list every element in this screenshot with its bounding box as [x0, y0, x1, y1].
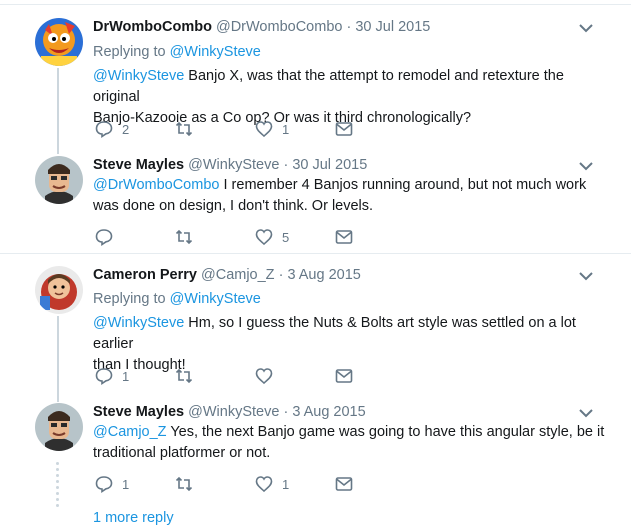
message-icon — [335, 230, 353, 244]
chevron-down-icon[interactable] — [578, 268, 594, 284]
top-divider — [0, 4, 631, 5]
like-button[interactable]: 1 — [255, 118, 289, 140]
retweet-icon — [175, 476, 193, 492]
replying-mention-link[interactable]: @WinkySteve — [170, 44, 261, 60]
message-icon — [335, 122, 353, 136]
like-count: 5 — [282, 229, 290, 245]
reply-button[interactable]: 2 — [95, 118, 129, 140]
avatar[interactable] — [35, 156, 83, 204]
tweet-actions: 1 — [93, 365, 373, 387]
like-button[interactable]: 1 — [255, 473, 289, 495]
show-more-replies-link[interactable]: 1 more reply — [93, 510, 174, 526]
username[interactable]: @Camjo_Z — [201, 267, 275, 283]
conversation-thread: DrWomboCombo @DrWomboCombo · 30 Jul 2015… — [0, 0, 631, 530]
avatar[interactable] — [35, 403, 83, 451]
reply-button[interactable]: 1 — [95, 365, 129, 387]
fullname[interactable]: Cameron Perry — [93, 267, 197, 283]
tweet-header: DrWomboCombo @DrWomboCombo · 30 Jul 2015 — [93, 17, 430, 37]
message-icon — [335, 477, 353, 491]
separator: · — [283, 404, 289, 420]
replying-to: Replying to @WinkySteve — [93, 42, 261, 62]
reply-icon — [95, 368, 113, 385]
mention-link[interactable]: @DrWomboCombo — [93, 177, 219, 193]
mention-link[interactable]: @Camjo_Z — [93, 424, 167, 440]
tweet-text-line: traditional platformer or not. — [93, 445, 271, 461]
retweet-button[interactable] — [175, 118, 202, 140]
retweet-icon — [175, 229, 193, 245]
fullname[interactable]: Steve Mayles — [93, 157, 184, 173]
retweet-icon — [175, 368, 193, 384]
replying-label: Replying to — [93, 291, 166, 307]
like-icon — [255, 121, 273, 138]
avatar[interactable] — [35, 18, 83, 66]
mention-link[interactable]: @WinkySteve — [93, 68, 184, 84]
like-icon — [255, 229, 273, 246]
tweet-text-line: I remember 4 Banjos running around, but … — [219, 177, 587, 193]
like-icon — [255, 368, 273, 385]
fullname[interactable]: DrWomboCombo — [93, 19, 212, 35]
replying-to: Replying to @WinkySteve — [93, 289, 261, 309]
retweet-button[interactable] — [175, 226, 202, 248]
tweet-actions: 2 1 — [93, 118, 373, 140]
replying-mention-link[interactable]: @WinkySteve — [170, 291, 261, 307]
reply-count: 1 — [122, 476, 130, 492]
tweet-header: Steve Mayles @WinkySteve · 3 Aug 2015 — [93, 402, 366, 422]
mention-link[interactable]: @WinkySteve — [93, 315, 184, 331]
direct-message-button[interactable] — [335, 118, 353, 140]
like-button[interactable] — [255, 365, 282, 387]
chevron-down-icon[interactable] — [578, 20, 594, 36]
reply-icon — [95, 229, 113, 246]
fullname[interactable]: Steve Mayles — [93, 404, 184, 420]
message-icon — [335, 369, 353, 383]
timestamp[interactable]: 3 Aug 2015 — [287, 267, 360, 283]
tweet-header: Steve Mayles @WinkySteve · 30 Jul 2015 — [93, 155, 367, 175]
avatar[interactable] — [35, 266, 83, 314]
reply-button[interactable]: 1 — [95, 473, 129, 495]
separator: · — [346, 19, 352, 35]
timestamp[interactable]: 3 Aug 2015 — [292, 404, 365, 420]
like-button[interactable]: 5 — [255, 226, 289, 248]
direct-message-button[interactable] — [335, 473, 353, 495]
more-replies-dots — [56, 462, 60, 510]
replying-label: Replying to — [93, 44, 166, 60]
tweet-text: @Camjo_Z Yes, the next Banjo game was go… — [93, 422, 613, 464]
like-count: 1 — [282, 476, 290, 492]
separator: · — [278, 267, 284, 283]
tweet-text-line: was done on design, I don't think. Or le… — [93, 198, 374, 214]
username[interactable]: @WinkySteve — [188, 157, 279, 173]
direct-message-button[interactable] — [335, 226, 353, 248]
thread-connector — [57, 316, 59, 402]
like-count: 1 — [282, 121, 290, 137]
reply-count: 2 — [122, 121, 130, 137]
timestamp[interactable]: 30 Jul 2015 — [355, 19, 430, 35]
separator: · — [283, 157, 289, 173]
retweet-button[interactable] — [175, 365, 202, 387]
reply-icon — [95, 121, 113, 138]
tweet-actions: 1 1 — [93, 473, 373, 495]
direct-message-button[interactable] — [335, 365, 353, 387]
username[interactable]: @DrWomboCombo — [216, 19, 342, 35]
timestamp[interactable]: 30 Jul 2015 — [292, 157, 367, 173]
chevron-down-icon[interactable] — [578, 405, 594, 421]
chevron-down-icon[interactable] — [578, 158, 594, 174]
retweet-icon — [175, 121, 193, 137]
retweet-button[interactable] — [175, 473, 202, 495]
tweet-text-line: Yes, the next Banjo game was going to ha… — [166, 424, 605, 440]
tweet-header: Cameron Perry @Camjo_Z · 3 Aug 2015 — [93, 265, 361, 285]
reply-count: 1 — [122, 368, 130, 384]
tweet-actions: 5 — [93, 226, 373, 248]
reply-icon — [95, 476, 113, 493]
tweet-text: @DrWomboCombo I remember 4 Banjos runnin… — [93, 175, 613, 217]
reply-button[interactable] — [95, 226, 122, 248]
conversation-divider — [0, 253, 631, 254]
like-icon — [255, 476, 273, 493]
thread-connector — [57, 68, 59, 154]
username[interactable]: @WinkySteve — [188, 404, 279, 420]
